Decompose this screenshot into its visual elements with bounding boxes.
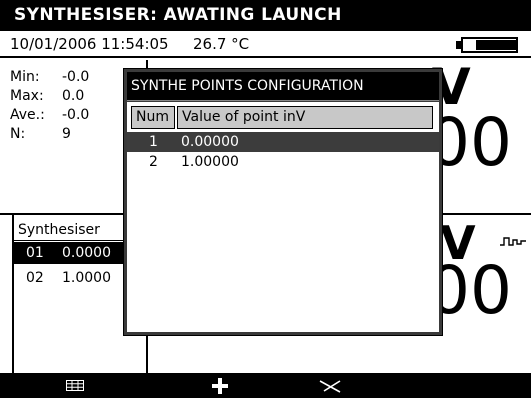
waveform-icon bbox=[500, 237, 526, 246]
list-item-value: 0.0000 bbox=[62, 245, 111, 261]
status-bar: 10/01/2006 11:54:05 26.7 °C bbox=[0, 31, 531, 58]
points-configuration-dialog: SYNTHE POINTS CONFIGURATION Num Value of… bbox=[123, 68, 443, 336]
table-row[interactable]: 1 0.00000 bbox=[127, 132, 439, 152]
delete-x-icon bbox=[319, 379, 341, 393]
battery-icon bbox=[456, 37, 518, 53]
stat-label: Min: bbox=[10, 69, 40, 85]
datetime: 10/01/2006 11:54:05 bbox=[10, 35, 169, 53]
temperature: 26.7 °C bbox=[193, 35, 250, 53]
stat-average: Ave.: -0.0 bbox=[10, 106, 130, 125]
plus-icon bbox=[212, 377, 228, 394]
stat-max: Max: 0.0 bbox=[10, 87, 130, 106]
stat-value: 0.0 bbox=[62, 88, 85, 104]
list-item-value: 1.0000 bbox=[62, 270, 111, 286]
row-value: 0.00000 bbox=[181, 134, 239, 150]
row-num: 1 bbox=[149, 134, 158, 150]
list-item-num: 02 bbox=[26, 270, 44, 286]
stat-min: Min: -0.0 bbox=[10, 68, 130, 87]
stat-value: 9 bbox=[62, 126, 71, 142]
dialog-title: SYNTHE POINTS CONFIGURATION bbox=[127, 72, 439, 101]
column-header-num[interactable]: Num bbox=[131, 106, 175, 129]
page-title: SYNTHESISER: AWATING LAUNCH bbox=[14, 5, 342, 25]
table-header: Num Value of point inV bbox=[131, 106, 435, 129]
column-header-value[interactable]: Value of point inV bbox=[177, 106, 433, 129]
bottom-toolbar bbox=[0, 373, 531, 398]
stat-label: Ave.: bbox=[10, 107, 45, 123]
list-item-num: 01 bbox=[26, 245, 44, 261]
stat-label: N: bbox=[10, 126, 26, 142]
statistics-panel: Min: -0.0 Max: 0.0 Ave.: -0.0 N: 9 bbox=[10, 68, 130, 144]
points-table: Num Value of point inV 1 0.00000 2 1.000… bbox=[127, 102, 439, 332]
stat-value: -0.0 bbox=[62, 107, 90, 123]
title-bar: SYNTHESISER: AWATING LAUNCH bbox=[0, 0, 531, 31]
list-header: Synthesiser bbox=[18, 222, 100, 238]
stat-value: -0.0 bbox=[62, 69, 90, 85]
delete-point-button[interactable] bbox=[300, 373, 360, 398]
battery-level-fill bbox=[476, 40, 516, 50]
row-value: 1.00000 bbox=[181, 154, 239, 170]
stat-label: Max: bbox=[10, 88, 44, 104]
table-button[interactable] bbox=[40, 373, 110, 398]
add-point-button[interactable] bbox=[190, 373, 250, 398]
stat-count: N: 9 bbox=[10, 125, 130, 144]
table-row[interactable]: 2 1.00000 bbox=[127, 152, 439, 172]
row-num: 2 bbox=[149, 154, 158, 170]
table-icon bbox=[66, 380, 84, 391]
